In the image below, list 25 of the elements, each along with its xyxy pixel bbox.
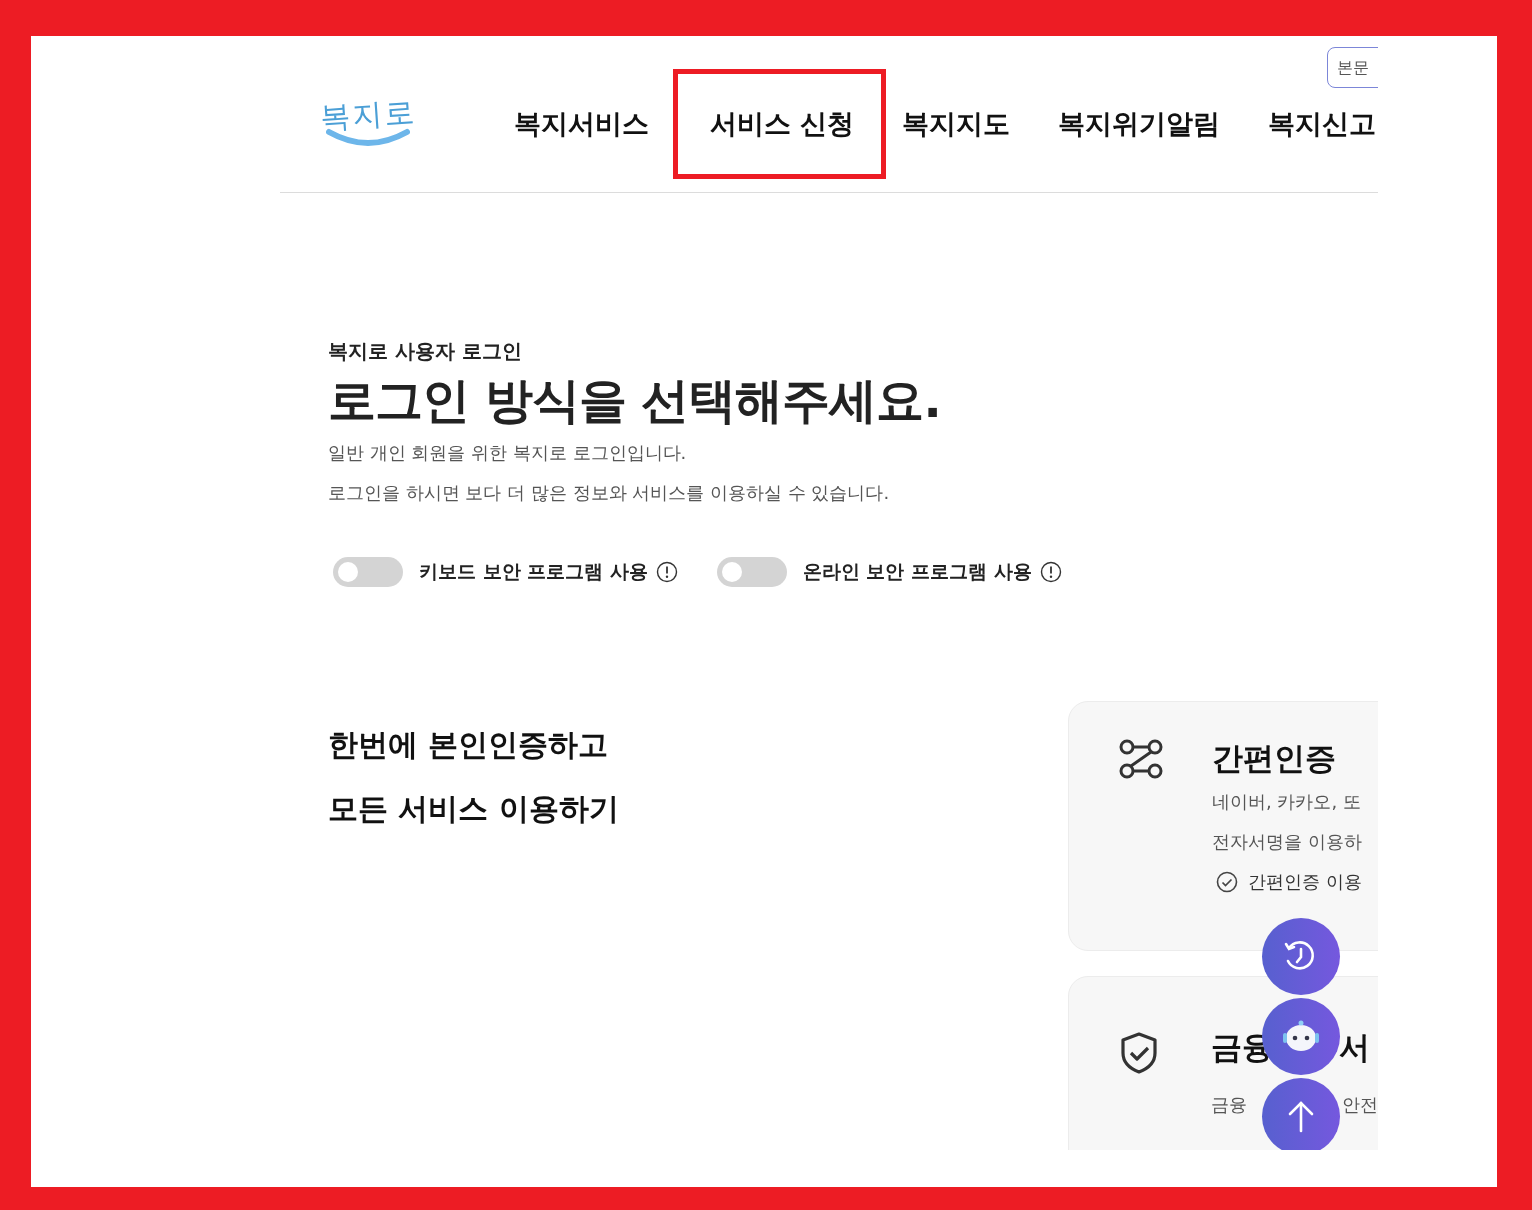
description: 일반 개인 회원을 위한 복지로 로그인입니다. <box>328 441 688 465</box>
card-text: 전자서명을 이용하 <box>1212 830 1362 854</box>
toggle-label: 키보드 보안 프로그램 사용 <box>419 559 648 584</box>
description: 로그인을 하시면 보다 더 많은 정보와 서비스를 이용하실 수 있습니다. <box>328 481 891 505</box>
card-title: 간편인증 <box>1212 739 1336 778</box>
toggle-switch[interactable] <box>716 557 787 587</box>
login-card[interactable]: 간편인증 네이버, 카카오, 또 전자서명을 이용하 간편인증 이용 <box>1068 701 1378 951</box>
check-circle-icon <box>1216 871 1238 893</box>
card-text: 금융 <box>1211 1093 1247 1117</box>
page-title: 로그인 방식을 선택해주세요. <box>328 371 942 429</box>
card-text: 네이버, 카카오, 또 <box>1212 790 1361 814</box>
info-icon <box>655 561 678 583</box>
intro-heading: 모든 서비스 이용하기 <box>328 790 620 828</box>
toggle-label: 온라인 보안 프로그램 사용 <box>802 559 1032 584</box>
intro-heading: 한번에 본인인증하고 <box>328 726 610 764</box>
info-icon <box>1039 561 1062 583</box>
section-label: 복지로 사용자 로그인 <box>328 338 523 365</box>
nav-item[interactable]: 서비스 신청 <box>673 69 887 179</box>
toggle-switch[interactable] <box>333 557 403 587</box>
skip-link[interactable]: 본문 <box>1327 47 1378 88</box>
nav-item[interactable]: 복지위기알림 <box>1034 69 1245 179</box>
nav-item[interactable]: 복지서비스 <box>509 69 673 179</box>
card-text: 안전 <box>1342 1093 1378 1117</box>
card-link[interactable]: 간편인증 이용 <box>1248 870 1362 894</box>
card-title: 서 <box>1339 1028 1370 1067</box>
